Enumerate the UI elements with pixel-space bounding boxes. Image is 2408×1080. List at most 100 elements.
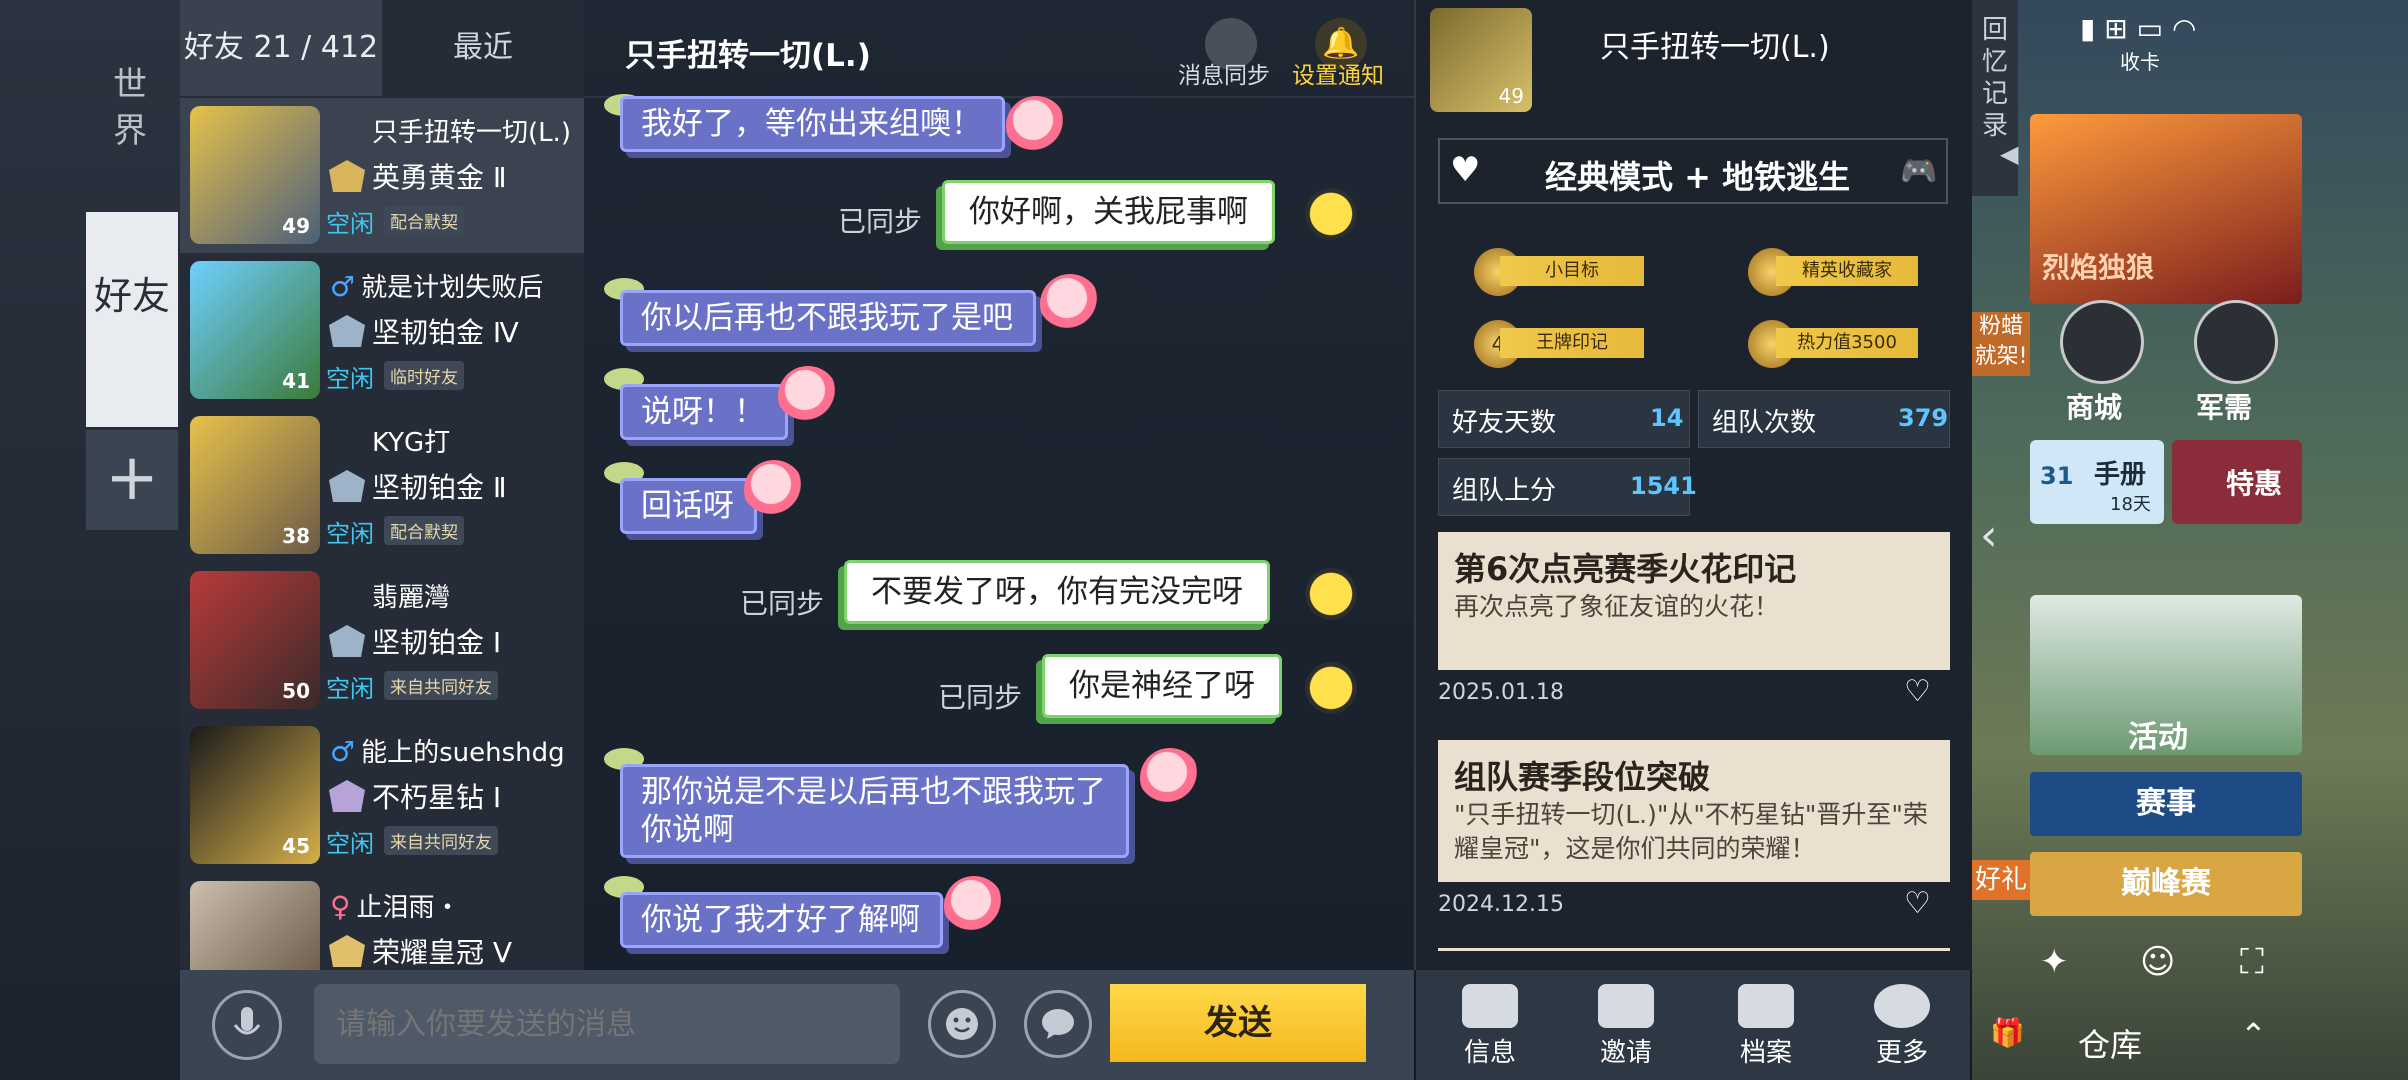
male-icon: ♂ [330, 735, 356, 768]
military-supply-icon[interactable] [2194, 300, 2278, 384]
quick-chat-icon[interactable] [1024, 990, 1092, 1058]
speech-bubble-glyph [1042, 1009, 1074, 1039]
wand-icon[interactable]: ✦ [2040, 942, 2069, 982]
message-input[interactable] [314, 984, 900, 1064]
microphone-glyph [233, 1007, 261, 1035]
manual-days: 18天 [2110, 494, 2151, 515]
memory-card: 组队赛季段位突破 "只手扭转一切(L.)"从"不朽星钻"晋升至"荣耀皇冠"，这是… [1438, 740, 1950, 882]
bubble-mascot-icon [1140, 748, 1200, 808]
friend-name: KYG打 [372, 428, 451, 458]
bubble-mascot-icon [1300, 186, 1362, 248]
stat-label: 组队次数 [1712, 408, 1817, 438]
friend-row[interactable]: 50 翡麗灣 坚韧铂金 Ⅰ 空闲 来自共同好友 [180, 563, 584, 718]
emote-icon[interactable]: ☺ [2140, 942, 2175, 982]
friend-rank: 英勇黄金 Ⅱ [372, 161, 507, 194]
friend-status: 空闲 [326, 675, 374, 703]
badge-label: 小目标 [1500, 256, 1644, 286]
notification-settings-label[interactable]: 设置通知 [1292, 56, 1384, 90]
send-button[interactable]: 发送 [1110, 984, 1366, 1062]
badge-label: 精英收藏家 [1776, 256, 1918, 286]
incoming-message: 回话呀 [620, 478, 757, 534]
chevron-left-icon[interactable]: ‹ [1980, 510, 1998, 561]
peak-match-button[interactable]: 巅峰赛 [2030, 852, 2302, 916]
tab-recent[interactable]: 最近 [382, 0, 584, 96]
friend-row[interactable]: 45 ♂ 能上的suehshdg 不朽星钻 Ⅰ 空闲 来自共同好友 [180, 718, 584, 873]
heart-icon[interactable]: ♡ [1904, 674, 1931, 709]
archive-button[interactable]: 档案 [1716, 984, 1816, 1069]
chevron-up-icon[interactable]: ⌃ [2240, 1016, 2267, 1054]
bubble-mascot-icon [944, 876, 1004, 936]
avatar [190, 881, 320, 970]
microphone-icon[interactable] [212, 990, 282, 1060]
friend-rank: 不朽星钻 Ⅰ [372, 781, 502, 814]
profile-name: 只手扭转一切(L.) [1600, 30, 1830, 65]
card-date: 2025.01.18 [1438, 680, 1564, 705]
friend-tag: 临时好友 [384, 361, 464, 390]
collapse-icon[interactable]: ◀ [2000, 140, 2018, 168]
incoming-message: 你说了我才好了解啊 [620, 892, 943, 948]
profile-avatar[interactable]: 49 [1430, 8, 1532, 112]
collect-label: 收卡 [2120, 50, 2160, 74]
bubble-mascot-icon [744, 460, 804, 520]
chevron-up-icon [1874, 984, 1930, 1028]
incoming-message: 那你说是不是以后再也不跟我玩了 你说啊 [620, 764, 1129, 858]
heart-icon[interactable]: ♡ [1904, 886, 1931, 921]
outgoing-message: 你是神经了呀 [1042, 654, 1282, 718]
friend-tag: 配合默契 [384, 206, 464, 235]
heart-icon[interactable]: ♥ [1450, 150, 1480, 190]
emoji-glyph [946, 1008, 978, 1040]
friend-rank: 坚韧铂金 Ⅳ [372, 316, 519, 349]
card-title: 第6次点亮赛季火花印记 [1454, 550, 1797, 588]
invite-button[interactable]: 邀请 [1576, 984, 1676, 1069]
left-nav-background [0, 0, 180, 1080]
gift-tag[interactable]: 好礼 [1972, 860, 2030, 900]
friend-name: ♂ 就是计划失败后 [330, 270, 544, 303]
special-deal-label: 特惠 [2226, 467, 2283, 500]
rank-platinum-icon [329, 470, 365, 502]
more-button[interactable]: 更多 [1852, 984, 1952, 1069]
world-tab[interactable]: 世界 [100, 62, 160, 154]
friends-side-tab[interactable]: 好友 [86, 212, 178, 427]
incoming-message: 我好了，等你出来组噢！ [620, 96, 1005, 152]
outgoing-message: 你好啊，关我屁事啊 [942, 180, 1275, 244]
badge-label: 热力值3500 [1776, 328, 1918, 358]
friend-status: 空闲 [326, 830, 374, 858]
avatar: 38 [190, 416, 320, 554]
activity-label: 活动 [2128, 720, 2188, 755]
emoji-icon[interactable] [928, 990, 996, 1058]
shop-icon[interactable] [2060, 300, 2144, 384]
fullscreen-icon[interactable]: ⛶ [2240, 942, 2264, 982]
message-sync-label[interactable]: 消息同步 [1178, 56, 1270, 90]
friend-tag: 来自共同好友 [384, 671, 498, 700]
promo-tag[interactable]: 粉蜡就架! [1972, 312, 2030, 376]
info-button[interactable]: 信息 [1440, 984, 1540, 1069]
id-card-icon [1462, 984, 1518, 1028]
friend-name: ♂ 能上的suehshdg [330, 735, 565, 768]
avatar: 49 [190, 106, 320, 244]
manual-number: 31 [2040, 462, 2074, 490]
gift-box-icon[interactable]: 🎁 [1990, 1016, 2025, 1049]
friend-row[interactable]: 49 只手扭转一切(L.) 英勇黄金 Ⅱ 空闲 配合默契 [180, 98, 584, 253]
events-button[interactable]: 赛事 [2030, 772, 2302, 836]
friend-name: ♀ 止泪雨・ [330, 890, 461, 923]
avatar: 45 [190, 726, 320, 864]
memory-card: 第6次点亮赛季火花印记 再次点亮了象征友谊的火花！ [1438, 532, 1950, 670]
friend-rank: 坚韧铂金 Ⅰ [372, 626, 502, 659]
shop-label[interactable]: 商城 [2066, 386, 2122, 426]
warehouse-button[interactable]: 仓库 [2078, 1020, 2142, 1066]
friend-row[interactable]: 38 KYG打 坚韧铂金 Ⅱ 空闲 配合默契 [180, 408, 584, 563]
stat-value: 14 [1650, 404, 1684, 432]
add-friend-button[interactable]: + [86, 430, 178, 530]
friend-rank: 坚韧铂金 Ⅱ [372, 471, 507, 504]
chat-title: 只手扭转一切(L.) [625, 38, 871, 74]
tab-friends[interactable]: 好友 21 / 412 [180, 0, 382, 96]
avatar: 50 [190, 571, 320, 709]
friend-row[interactable]: ♀ 止泪雨・ 荣耀皇冠 Ⅴ [180, 873, 584, 970]
rank-platinum-icon [329, 625, 365, 657]
bubble-mascot-icon [778, 366, 838, 426]
card-description: "只手扭转一切(L.)"从"不朽星钻"晋升至"荣耀皇冠"，这是你们共同的荣耀！ [1454, 800, 1928, 863]
bubble-mascot-icon [1006, 96, 1066, 156]
military-supply-label[interactable]: 军需 [2196, 386, 2252, 426]
status-icons: ▮ ⊞ ▭ ◠ [2080, 12, 2197, 45]
friend-row[interactable]: 41 ♂ 就是计划失败后 坚韧铂金 Ⅳ 空闲 临时好友 [180, 253, 584, 408]
